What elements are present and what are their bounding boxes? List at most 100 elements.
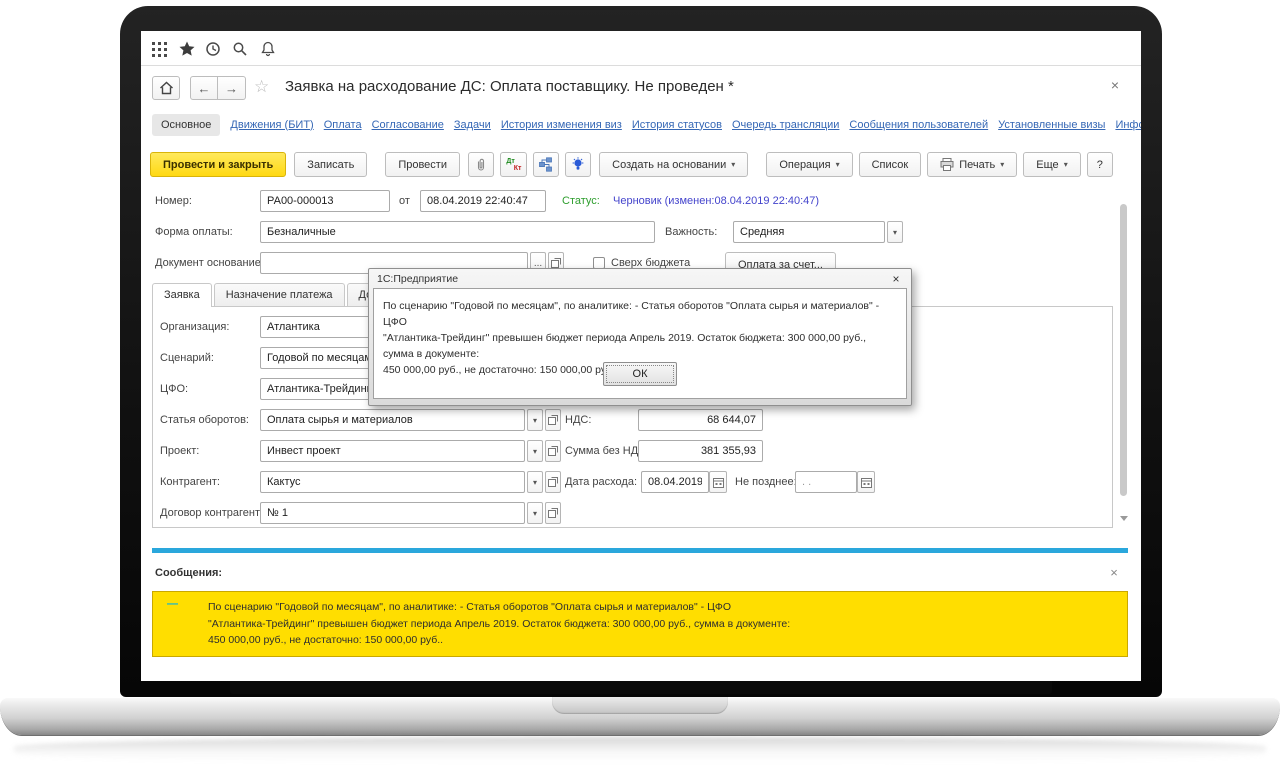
- history-clock-icon[interactable]: [204, 40, 222, 58]
- help-button[interactable]: ?: [1087, 152, 1113, 177]
- paperclip-icon: [474, 158, 488, 172]
- post-button[interactable]: Провести: [385, 152, 460, 177]
- messages-close-icon[interactable]: ×: [1106, 565, 1122, 581]
- notifications-bell-icon[interactable]: [259, 40, 277, 58]
- list-button[interactable]: Список: [859, 152, 922, 177]
- importance-dropdown-button[interactable]: ▾: [887, 221, 903, 243]
- project-dropdown-button[interactable]: ▾: [527, 440, 543, 462]
- document-structure-button[interactable]: [533, 152, 559, 177]
- payment-form-input[interactable]: [260, 221, 655, 243]
- window-close-icon[interactable]: ×: [1106, 77, 1124, 95]
- scrollbar-thumb[interactable]: [1120, 204, 1127, 496]
- number-input[interactable]: [260, 190, 390, 212]
- counterparty-dropdown-button[interactable]: ▾: [527, 471, 543, 493]
- dialog-close-icon[interactable]: ×: [889, 272, 903, 286]
- project-open-button[interactable]: [545, 440, 561, 462]
- status-value-link[interactable]: Черновик (изменен:08.04.2019 22:40:47): [613, 195, 819, 207]
- counterparty-open-button[interactable]: [545, 471, 561, 493]
- ok-button[interactable]: ОК: [603, 362, 677, 386]
- operation-button[interactable]: Операция ▾: [766, 152, 852, 177]
- messages-separator-bar: [152, 548, 1128, 553]
- message-line: 450 000,00 руб., не достаточно: 150 000,…: [208, 632, 1117, 649]
- sum-without-vat-input[interactable]: [638, 440, 763, 462]
- expense-date-label: Дата расхода:: [565, 476, 637, 488]
- message-line: По сценарию "Годовой по месяцам", по ана…: [208, 599, 1117, 616]
- chevron-down-icon: ▾: [533, 416, 537, 425]
- organization-label: Организация:: [160, 321, 229, 333]
- print-label: Печать: [959, 159, 995, 171]
- create-based-on-button[interactable]: Создать на основании ▾: [599, 152, 748, 177]
- vat-input[interactable]: [638, 409, 763, 431]
- chevron-down-icon: ▾: [533, 478, 537, 487]
- not-later-input[interactable]: [795, 471, 857, 493]
- favorites-star-icon[interactable]: [178, 40, 196, 58]
- project-input[interactable]: [260, 440, 525, 462]
- forward-button[interactable]: →: [218, 76, 246, 100]
- search-icon[interactable]: [231, 40, 249, 58]
- datetime-input[interactable]: [420, 190, 546, 212]
- back-button[interactable]: ←: [190, 76, 218, 100]
- message-dash-icon: —: [167, 598, 178, 610]
- tab-oplata[interactable]: Оплата: [324, 119, 362, 131]
- contract-dropdown-button[interactable]: ▾: [527, 502, 543, 524]
- not-later-calendar-button[interactable]: [857, 471, 875, 493]
- toolbar: Провести и закрыть Записать Провести ДтК…: [150, 152, 1113, 177]
- tab-istoriya-statusov[interactable]: История статусов: [632, 119, 722, 131]
- tab-ochered-translyacii[interactable]: Очередь трансляции: [732, 119, 839, 131]
- contract-open-button[interactable]: [545, 502, 561, 524]
- counterparty-label: Контрагент:: [160, 476, 220, 488]
- sum-without-vat-label: Сумма без НДС:: [565, 445, 649, 457]
- from-label: от: [399, 195, 410, 207]
- tab-osnovnoe[interactable]: Основное: [152, 114, 220, 136]
- tab-naznachenie-platezha[interactable]: Назначение платежа: [214, 283, 345, 307]
- tab-informaciya[interactable]: Информация: [1115, 119, 1141, 131]
- top-icon-bar: [141, 31, 1141, 66]
- tab-ustanovlennye-vizy[interactable]: Установленные визы: [998, 119, 1105, 131]
- debit-credit-button[interactable]: ДтКт: [500, 152, 526, 177]
- chevron-down-icon: ▾: [533, 509, 537, 518]
- counterparty-input[interactable]: [260, 471, 525, 493]
- budget-warning-message[interactable]: — По сценарию "Годовой по месяцам", по а…: [152, 591, 1128, 657]
- vat-label: НДС:: [565, 414, 591, 426]
- chevron-down-icon: ▾: [533, 447, 537, 456]
- attachments-button[interactable]: [468, 152, 494, 177]
- vertical-scrollbar[interactable]: [1120, 200, 1128, 535]
- turnover-item-input[interactable]: [260, 409, 525, 431]
- expense-date-input[interactable]: [641, 471, 709, 493]
- home-button[interactable]: [152, 76, 180, 100]
- payment-form-label: Форма оплаты:: [155, 226, 233, 238]
- tab-soobshcheniya-polzovateley[interactable]: Сообщения пользователей: [849, 119, 988, 131]
- chevron-down-icon: ▾: [731, 160, 735, 169]
- printer-icon: [940, 158, 954, 171]
- message-line: "Атлантика-Трейдинг" превышен бюджет пер…: [208, 616, 1117, 633]
- dialog-message-line: По сценарию "Годовой по месяцам", по ана…: [383, 298, 897, 330]
- dialog-title: 1С:Предприятие: [377, 273, 458, 285]
- expense-date-calendar-button[interactable]: [709, 471, 727, 493]
- tab-zadachi[interactable]: Задачи: [454, 119, 491, 131]
- post-and-close-button[interactable]: Провести и закрыть: [150, 152, 286, 177]
- tab-istoriya-viz[interactable]: История изменения виз: [501, 119, 622, 131]
- importance-input[interactable]: [733, 221, 885, 243]
- tab-dvizheniya-bit[interactable]: Движения (БИТ): [230, 119, 313, 131]
- status-label: Статус:: [562, 195, 600, 207]
- dialog-titlebar[interactable]: 1С:Предприятие ×: [373, 269, 907, 288]
- print-button[interactable]: Печать ▾: [927, 152, 1017, 177]
- tab-zayavka[interactable]: Заявка: [152, 283, 212, 307]
- laptop-base: [0, 697, 1280, 735]
- calendar-icon: [861, 477, 872, 488]
- hints-button[interactable]: [565, 152, 591, 177]
- cfo-label: ЦФО:: [160, 383, 188, 395]
- scrollbar-down-arrow[interactable]: [1120, 516, 1128, 521]
- open-link-icon: [548, 446, 558, 456]
- turnover-dropdown-button[interactable]: ▾: [527, 409, 543, 431]
- more-button[interactable]: Еще ▾: [1023, 152, 1080, 177]
- project-label: Проект:: [160, 445, 199, 457]
- turnover-open-button[interactable]: [545, 409, 561, 431]
- contract-input[interactable]: [260, 502, 525, 524]
- menu-grid-icon[interactable]: [150, 40, 168, 58]
- tab-soglasovanie[interactable]: Согласование: [372, 119, 444, 131]
- importance-label: Важность:: [665, 226, 717, 238]
- save-button[interactable]: Записать: [294, 152, 367, 177]
- favorite-toggle-star-icon[interactable]: ☆: [254, 77, 269, 97]
- calendar-icon: [713, 477, 724, 488]
